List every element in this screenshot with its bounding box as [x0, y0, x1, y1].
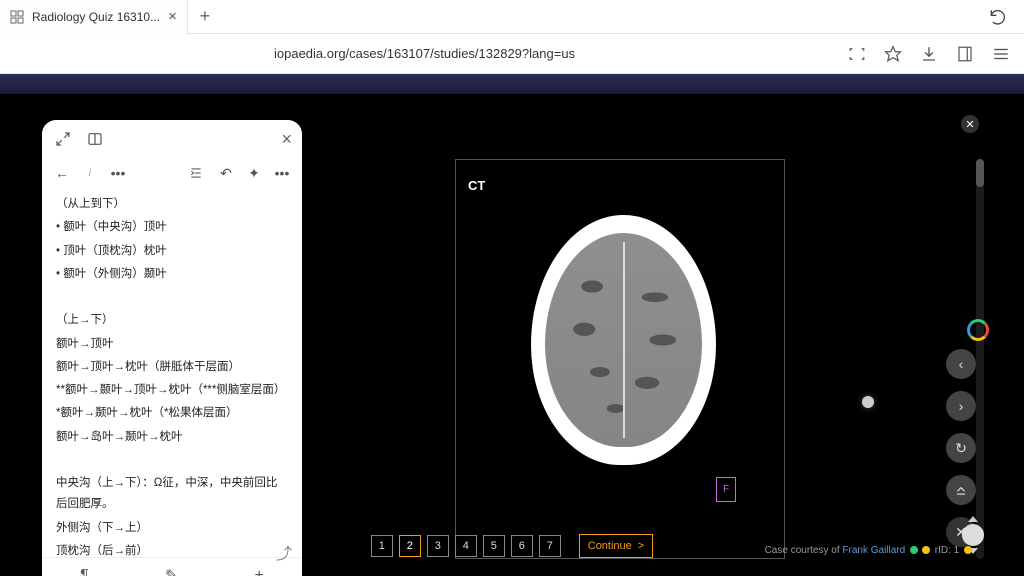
more-icon[interactable]: ••• — [108, 165, 128, 181]
tab-title: Radiology Quiz 16310... — [32, 10, 160, 24]
address-bar: iopaedia.org/cases/163107/studies/132829… — [0, 34, 1024, 74]
collapse-button[interactable] — [946, 475, 976, 505]
notes-panel-header: × — [42, 120, 302, 158]
slice-indicator-dot[interactable] — [862, 396, 874, 408]
notes-toolbar: ← / ••• ↶ ✦ ••• — [42, 158, 302, 188]
screenshot-icon[interactable] — [848, 45, 866, 63]
undo-note-icon[interactable]: ↶ — [216, 165, 236, 182]
content-area: ✕ CT F ‹ › ↻ ✕ 1234567Continue> — [0, 74, 1024, 576]
expand-icon[interactable] — [52, 128, 74, 150]
edit-icon[interactable]: ✎ — [165, 566, 178, 576]
reader-icon[interactable] — [956, 45, 974, 63]
link-icon[interactable]: ⤴ — [276, 540, 292, 564]
modality-label: CT — [468, 178, 485, 193]
overflow-icon[interactable]: ••• — [272, 165, 292, 181]
stack-up-icon[interactable] — [968, 516, 978, 522]
page-button-2[interactable]: 2 — [399, 535, 421, 557]
breadcrumb-icon[interactable]: / — [80, 168, 100, 179]
refresh-button[interactable]: ↻ — [946, 433, 976, 463]
orientation-marker: F — [716, 477, 736, 502]
paragraph-icon[interactable]: ¶ — [80, 567, 89, 576]
next-button[interactable]: › — [946, 391, 976, 421]
page-button-6[interactable]: 6 — [511, 535, 533, 557]
note-line: 顶枕沟（后→前） — [56, 541, 288, 557]
note-line: 额叶→顶叶→枕叶（胼胝体干层面） — [56, 357, 288, 378]
page-button-4[interactable]: 4 — [455, 535, 477, 557]
add-note-icon[interactable]: + — [255, 567, 264, 576]
page-button-3[interactable]: 3 — [427, 535, 449, 557]
download-icon[interactable] — [920, 45, 938, 63]
loading-ring-icon — [967, 319, 989, 341]
page-button-5[interactable]: 5 — [483, 535, 505, 557]
slice-scrollbar[interactable] — [976, 159, 984, 559]
browser-tab-strip: Radiology Quiz 16310... × + — [0, 0, 1024, 34]
note-bullet: 额叶（中央沟）顶叶 — [56, 217, 288, 238]
browser-tab[interactable]: Radiology Quiz 16310... × — [0, 0, 188, 34]
notes-panel: × ← / ••• ↶ ✦ ••• （从上到下） 额叶（中央沟）顶叶 顶叶（顶枕… — [42, 120, 302, 576]
tab-favicon — [10, 10, 24, 24]
notes-heading: （从上到下） — [56, 194, 288, 215]
notes-footer: ⤴ ¶ ✎ + — [42, 557, 302, 576]
undo-icon[interactable] — [988, 7, 1024, 27]
page-button-1[interactable]: 1 — [371, 535, 393, 557]
continue-button[interactable]: Continue> — [579, 534, 653, 558]
note-bullet: 额叶（外侧沟）颞叶 — [56, 264, 288, 285]
columns-icon[interactable] — [84, 128, 106, 150]
close-viewer-button[interactable]: ✕ — [961, 115, 979, 133]
ct-brain-image — [531, 215, 716, 465]
notes-subheading: （上→下） — [56, 310, 288, 331]
note-line: *额叶→颞叶→枕叶（*松果体层面） — [56, 403, 288, 424]
notes-close-icon[interactable]: × — [281, 129, 292, 150]
note-line: **额叶→颞叶→顶叶→枕叶（***侧脑室层面） — [56, 380, 288, 401]
toolbar-icons — [848, 45, 1010, 63]
note-line: 额叶→顶叶 — [56, 334, 288, 355]
note-line: 额叶→岛叶→颞叶→枕叶 — [56, 427, 288, 448]
prev-button[interactable]: ‹ — [946, 349, 976, 379]
menu-icon[interactable] — [992, 45, 1010, 63]
page-button-7[interactable]: 7 — [539, 535, 561, 557]
back-icon[interactable]: ← — [52, 165, 72, 181]
favorite-icon[interactable] — [884, 45, 902, 63]
note-bullet: 顶叶（顶枕沟）枕叶 — [56, 241, 288, 262]
indent-icon[interactable] — [188, 166, 208, 180]
magic-icon[interactable]: ✦ — [244, 165, 264, 182]
new-tab-button[interactable]: + — [188, 6, 222, 27]
tab-close-icon[interactable]: × — [168, 8, 177, 25]
note-line: 中央沟（上→下）：Ω征，中深，中央前回比后回肥厚。 — [56, 473, 288, 516]
url-text[interactable]: iopaedia.org/cases/163107/studies/132829… — [14, 46, 838, 61]
note-line: 外侧沟（下→上） — [56, 518, 288, 539]
notes-content[interactable]: （从上到下） 额叶（中央沟）顶叶 顶叶（顶枕沟）枕叶 额叶（外侧沟）颞叶 （上→… — [42, 188, 302, 557]
ct-image-frame[interactable]: CT F — [455, 159, 785, 559]
scrollbar-thumb[interactable] — [976, 159, 984, 187]
